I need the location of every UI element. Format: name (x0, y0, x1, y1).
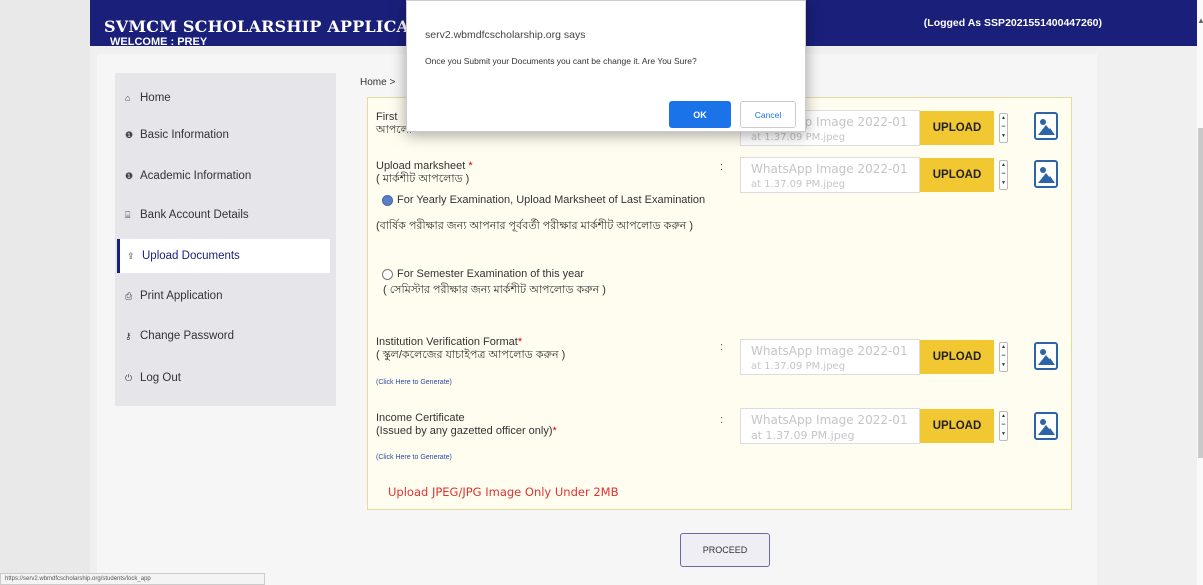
sidebar-item-change-password[interactable]: ⚷ Change Password (115, 319, 336, 353)
sidebar-item-label: Print Application (140, 290, 223, 302)
bank-icon: ⌸ (125, 209, 131, 220)
status-bar-url: https://serv2.wbmdfcscholarship.org/stud… (0, 573, 265, 585)
confirm-dialog: serv2.wbmdfcscholarship.org says Once yo… (406, 0, 806, 132)
radio-semester-label: For Semester Examination of this year (397, 268, 585, 280)
image-preview-icon[interactable] (1034, 160, 1058, 188)
image-preview-icon[interactable] (1034, 412, 1058, 440)
marksheet-label-bn: ( মার্কশীট আপলোড ) (376, 173, 470, 185)
required-mark: * (552, 425, 557, 437)
income-file-field[interactable]: WhatsApp Image 2022-01 at 1.37.09 PM.jpe… (740, 408, 920, 444)
info-icon: ❶ (125, 170, 134, 181)
file-name-line1: WhatsApp Image 2022-01 (751, 413, 908, 427)
marksheet-label: Upload marksheet * ( মার্কশীট আপলোড ) (376, 160, 473, 186)
sidebar-item-bank-account-details[interactable]: ⌸ Bank Account Details (115, 198, 336, 232)
income-generate-link[interactable]: (Click Here to Generate) (376, 454, 452, 461)
institution-file-field[interactable]: WhatsApp Image 2022-01 at 1.37.09 PM.jpe… (740, 339, 920, 375)
institution-label-en: Institution Verification Format (376, 336, 518, 348)
ok-button[interactable]: OK (669, 101, 731, 128)
image-preview-icon[interactable] (1034, 342, 1058, 370)
upload-format-note: Upload JPEG/JPG Image Only Under 2MB (388, 485, 619, 499)
marksheet-upload-button[interactable]: UPLOAD (920, 158, 994, 192)
power-icon: ⏻ (125, 372, 133, 383)
radio-yearly-examination[interactable] (382, 195, 393, 206)
sidebar-item-label: Log Out (140, 372, 181, 384)
sidebar-item-academic-information[interactable]: ❶ Academic Information (115, 159, 336, 193)
sidebar: ⌂ Home ❶ Basic Information ❶ Academic In… (115, 73, 336, 406)
radio-yearly-label: For Yearly Examination, Upload Marksheet… (397, 194, 706, 206)
marksheet-label-en: Upload marksheet (376, 160, 466, 172)
colon-separator: : (720, 341, 724, 353)
image-preview-icon[interactable] (1034, 112, 1058, 140)
radio-semester-label-bn: ( সেমিস্টার পরীক্ষার জন্য মার্কশীট আপলোড… (383, 284, 606, 296)
scrollbar-thumb[interactable] (1198, 128, 1203, 458)
cancel-button[interactable]: Cancel (740, 101, 796, 128)
sidebar-item-home[interactable]: ⌂ Home (115, 81, 336, 115)
file-name-line2: at 1.37.09 PM.jpeg (751, 132, 846, 143)
first-document-stepper[interactable]: ▲ ═ ▼ (999, 113, 1008, 143)
dialog-origin: serv2.wbmdfcscholarship.org says (425, 29, 586, 41)
colon-separator: : (720, 161, 724, 173)
income-stepper[interactable]: ▲ ═ ▼ (999, 411, 1008, 441)
marksheet-stepper[interactable]: ▲ ═ ▼ (999, 160, 1008, 190)
proceed-button[interactable]: PROCEED (680, 533, 770, 567)
institution-verification-label: Institution Verification Format* ( স্কুল… (376, 336, 565, 362)
income-label-line2: (Issued by any gazetted officer only) (376, 425, 553, 437)
marksheet-file-field[interactable]: WhatsApp Image 2022-01 at 1.37.09 PM.jpe… (740, 157, 920, 193)
scroll-up-arrow-icon[interactable]: ▲ (1197, 16, 1203, 25)
file-name-line1: WhatsApp Image 2022-01 (751, 162, 908, 176)
first-document-upload-button[interactable]: UPLOAD (920, 111, 994, 145)
required-mark: * (468, 160, 473, 172)
home-icon: ⌂ (125, 93, 131, 103)
print-icon: ⎙ (125, 290, 133, 301)
dialog-message: Once you Submit your Documents you cant … (425, 56, 697, 66)
institution-stepper[interactable]: ▲ ═ ▼ (999, 342, 1008, 372)
key-icon: ⚷ (125, 330, 132, 341)
sidebar-item-label: Change Password (140, 330, 234, 342)
institution-label-bn: ( স্কুল/কলেজের যাচাইপত্র আপলোড করুন ) (376, 349, 566, 361)
sidebar-item-upload-documents[interactable]: ⇪ Upload Documents (117, 239, 330, 273)
file-name-line2: at 1.37.09 PM.jpeg (751, 179, 846, 190)
income-upload-button[interactable]: UPLOAD (920, 409, 994, 443)
income-label-line1: Income Certificate (376, 412, 465, 424)
file-name-line2: at 1.37.09 PM.jpeg (751, 429, 855, 442)
breadcrumb: Home > (360, 77, 396, 88)
sidebar-item-log-out[interactable]: ⏻ Log Out (115, 361, 336, 395)
sidebar-item-label: Academic Information (140, 170, 252, 182)
file-name-line2: at 1.37.09 PM.jpeg (751, 361, 846, 372)
info-icon: ❶ (125, 129, 134, 140)
upload-form: First আপলো WhatsApp Image 2022-01 at 1.3… (367, 97, 1072, 510)
sidebar-item-label: Upload Documents (142, 250, 240, 262)
file-name-line1: WhatsApp Image 2022-01 (751, 344, 908, 358)
brand-title: SVMCM SCHOLARSHIP APPLICATION (104, 17, 457, 36)
institution-generate-link[interactable]: (Click Here to Generate) (376, 379, 452, 386)
sidebar-item-label: Home (140, 92, 171, 104)
sidebar-item-print-application[interactable]: ⎙ Print Application (115, 279, 336, 313)
institution-upload-button[interactable]: UPLOAD (920, 340, 994, 374)
logged-as-label: (Logged As SSP2021551400447260) (923, 17, 1102, 29)
radio-yearly-label-bn: (বার্ষিক পরীক্ষার জন্য আপনার পূর্ববর্তী … (376, 220, 694, 232)
required-mark: * (517, 336, 523, 348)
radio-semester-examination[interactable] (382, 269, 393, 280)
sidebar-item-label: Bank Account Details (140, 209, 249, 221)
colon-separator: : (720, 414, 724, 426)
sidebar-item-label: Basic Information (140, 129, 229, 141)
upload-icon: ⇪ (127, 250, 135, 261)
sidebar-item-basic-information[interactable]: ❶ Basic Information (115, 118, 336, 152)
income-certificate-label: Income Certificate (Issued by any gazett… (376, 412, 557, 438)
